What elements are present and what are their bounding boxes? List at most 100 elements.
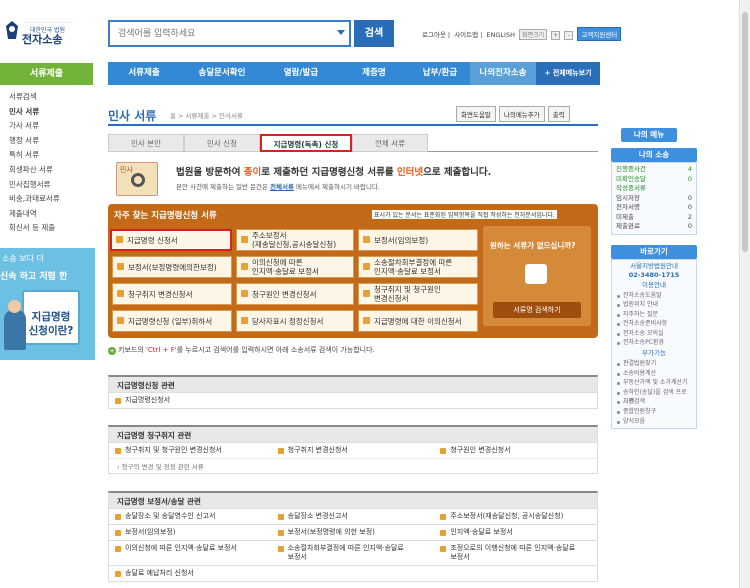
case-row[interactable]: 미제출 2: [616, 213, 692, 223]
court-logo[interactable]: 대한민국 법원 전자소송: [4, 18, 94, 48]
fav-doc-3[interactable]: 보정서(보정명령에의한보정): [112, 256, 232, 278]
nav-view[interactable]: 열람/발급: [264, 62, 338, 85]
doc-link[interactable]: 주소보정서(재송달신청, 공시송달신청): [434, 509, 597, 524]
guide-link[interactable]: 전자소송도움말: [616, 291, 692, 301]
english-link[interactable]: ENGLISH: [486, 31, 515, 39]
sidebar-item-admin[interactable]: 행정 서류: [9, 134, 94, 149]
doc-link[interactable]: 청구취지 및 청구원인 변경신청서: [109, 443, 272, 458]
fav-doc-5[interactable]: 소송절차회부결정에 따른 인지액·송달료 보정서: [358, 256, 478, 278]
tool-link[interactable]: 소송비용계산: [616, 369, 692, 379]
guide-link[interactable]: 자주하는 질문: [616, 310, 692, 320]
nav-payment[interactable]: 납부/환급: [410, 62, 470, 85]
guide-link[interactable]: 전자소송PC환경: [616, 338, 692, 348]
sidebar-item-reply[interactable]: 회신서 등 제출: [9, 221, 94, 236]
section-title: 지급명령 보정서/송달 관련: [109, 493, 597, 508]
promo-banner[interactable]: 소송 보다 더 신속 하고 저렴 한 지급명령 신청이란?: [0, 248, 95, 360]
court-support-link[interactable]: 서울지방법원안내: [616, 262, 692, 271]
doc-link[interactable]: 송달료 예납처리 신청서: [109, 566, 272, 581]
tool-link[interactable]: 사건검색: [616, 397, 692, 407]
tool-link[interactable]: 종합민원창구: [616, 407, 692, 417]
doc-link[interactable]: 청구원인 변경신청서: [434, 443, 597, 458]
table-row: 이의신청에 따른 인지액·송달료 보정서 소송절차회부결정에 따른 인지액·송달…: [109, 540, 597, 565]
scrollbar-thumb[interactable]: [742, 12, 748, 252]
search-input[interactable]: [110, 22, 325, 45]
chevron-down-icon[interactable]: [337, 30, 345, 35]
sidebar-item-family[interactable]: 가사 서류: [9, 119, 94, 134]
guide-link[interactable]: 법원위치 안내: [616, 300, 692, 310]
doc-link[interactable]: 조정으로의 이행신청에 따른 인지액·송달료 보정서: [434, 541, 597, 565]
nav-submit[interactable]: 서류제출: [108, 62, 180, 85]
all-docs-link[interactable]: 전체서류: [270, 183, 294, 191]
doc-link[interactable]: 지급명령신청서: [109, 393, 272, 408]
top-links: 로그아웃 | 사이트맵 | ENGLISH 화면크기 + - 고객지원센터: [422, 27, 623, 41]
doc-search-button[interactable]: 서류명 검색하기: [493, 302, 581, 318]
scrollbar[interactable]: [739, 0, 750, 588]
fav-doc-8[interactable]: 청구취지 및 청구원인 변경신청서: [358, 283, 478, 305]
fav-doc-9[interactable]: 지급명령신청 (일부)취하서: [112, 310, 232, 332]
guide-link[interactable]: 전자소송준비사항: [616, 319, 692, 329]
customer-center-button[interactable]: 고객지원센터: [577, 27, 622, 41]
nav-delivery[interactable]: 송달문서확인: [180, 62, 264, 85]
fav-doc-4[interactable]: 이의신청에 따른 인지액·송달료 보정서: [236, 256, 354, 278]
doc-link[interactable]: 보정서(임의보정): [109, 525, 272, 540]
sidebar-item-patent[interactable]: 특허 서류: [9, 148, 94, 163]
fav-doc-10[interactable]: 당사자표시 정정신청서: [236, 310, 354, 332]
doc-link[interactable]: 송달장소 변경신고서: [272, 509, 435, 524]
sidebar-title: 서류제출: [0, 63, 93, 85]
table-row: 송달장소 및 송달영수인 신고서 송달장소 변경신고서 주소보정서(재송달신청,…: [109, 508, 597, 524]
case-row[interactable]: 진행중사건 4: [616, 165, 692, 175]
tool-link[interactable]: 양식모음: [616, 417, 692, 427]
doc-link[interactable]: 송달장소 및 송달영수인 신고서: [109, 509, 272, 524]
case-row[interactable]: 전자서명 0: [616, 203, 692, 213]
my-menu-button[interactable]: 나의 메뉴: [621, 128, 677, 142]
sidebar-item-noncontentious[interactable]: 비송,과태료서류: [9, 192, 94, 207]
sidebar-item-civil[interactable]: 민사 서류: [9, 105, 94, 120]
plus-icon: +: [108, 347, 116, 355]
case-row[interactable]: 작성중서류: [616, 184, 692, 194]
fav-doc-11[interactable]: 지급명령에 대한 이의신청서: [358, 310, 478, 332]
sidebar-item-bankruptcy[interactable]: 회생파산 서류: [9, 163, 94, 178]
fav-doc-2[interactable]: 보정서(임의보정): [358, 229, 478, 251]
font-increase-button[interactable]: +: [551, 31, 561, 40]
tool-link[interactable]: 판결법원찾기: [616, 359, 692, 369]
promo-line2: 신속 하고 저렴 한: [0, 272, 68, 282]
case-row[interactable]: 임시저장 0: [616, 194, 692, 204]
nav-cert[interactable]: 제증명: [338, 62, 410, 85]
doc-link[interactable]: 청구취지 변경신청서: [272, 443, 435, 458]
sidebar-item-history[interactable]: 제출내역: [9, 207, 94, 222]
tab-civil-main[interactable]: 민사 본안: [108, 134, 184, 152]
tab-all-docs[interactable]: 전체 서류: [352, 134, 428, 152]
phone-number: 02-3480-1715: [628, 270, 680, 279]
fav-doc-7[interactable]: 청구원인 변경신청서: [236, 283, 354, 305]
case-row[interactable]: 제출완료 0: [616, 222, 692, 232]
tool-link[interactable]: 부동산가액 및 소가계산기: [616, 378, 692, 388]
my-case-title: 나의 소송: [611, 148, 697, 162]
doc-link[interactable]: 이의신청에 따른 인지액·송달료 보정서: [109, 541, 272, 565]
sidebar-item-search[interactable]: 서류검색: [9, 90, 94, 105]
fav-doc-0[interactable]: 지급명령 신청서: [110, 229, 232, 251]
related-docs-link[interactable]: › 청구의 변경 및 정정 관련 서류: [109, 458, 597, 473]
add-my-menu-button[interactable]: 나의메뉴추가: [498, 106, 545, 122]
right-sidebar: 나의 메뉴 나의 소송 진행중사건 4 미확인송달 0 작성중서류 임시저장 0 전자…: [611, 128, 697, 430]
print-button[interactable]: 출력: [547, 106, 570, 122]
favorites-title: 자주 찾는 지급명령신청 서류: [114, 211, 217, 221]
logout-link[interactable]: 로그아웃: [422, 31, 446, 39]
tool-link[interactable]: 송하인(송달)을 검색 프로그램: [616, 388, 692, 405]
tab-payment-order[interactable]: 지급명령(독촉) 신청: [260, 134, 352, 152]
guide-link[interactable]: 전자소송 모의실: [616, 329, 692, 339]
nav-all-menu[interactable]: + 전체메뉴보기: [536, 62, 600, 85]
font-decrease-button[interactable]: -: [564, 31, 574, 40]
sitemap-link[interactable]: 사이트맵: [454, 31, 478, 39]
doc-link[interactable]: 소송절차회부결정에 따른 인지액·송달료 보정서: [272, 541, 435, 565]
intro-icon-label: 민사: [120, 166, 133, 174]
tab-civil-apply[interactable]: 민사 신청: [184, 134, 260, 152]
fav-doc-6[interactable]: 청구취지 변경신청서: [112, 283, 232, 305]
doc-link[interactable]: 인지액·송달료 보정서: [434, 525, 597, 540]
search-button[interactable]: 검색: [354, 20, 394, 47]
doc-link[interactable]: 보정서(보정명령에 의한 보정): [272, 525, 435, 540]
case-row[interactable]: 미확인송달 0: [616, 175, 692, 185]
fav-doc-1[interactable]: 주소보정서 (재송달신청,공시송달신청): [236, 229, 354, 251]
nav-my-case[interactable]: 나의전자소송: [470, 62, 536, 85]
sidebar-item-execution[interactable]: 민사집행서류: [9, 178, 94, 193]
help-button[interactable]: 화면도움말: [456, 106, 496, 122]
